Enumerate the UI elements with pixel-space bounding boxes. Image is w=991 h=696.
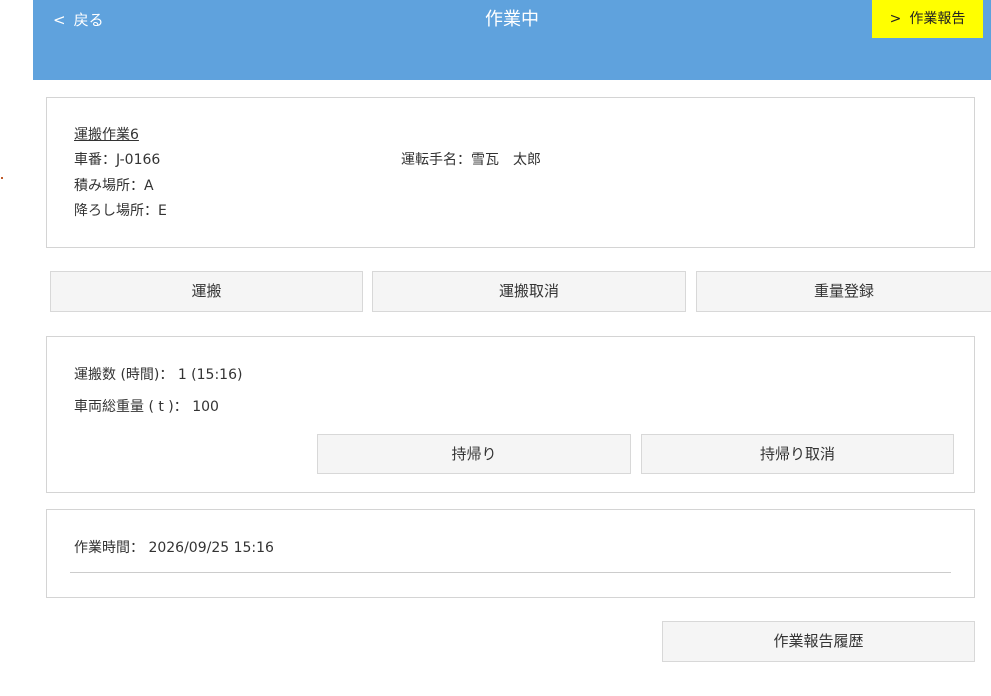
divider	[70, 572, 951, 573]
page-title: 作業中	[485, 9, 539, 30]
transport-count: 運搬数 (時間)： 1 (15:16)	[74, 367, 243, 383]
total-weight: 車両総重量 ( t )： 100	[74, 399, 219, 415]
transport-button[interactable]: 運搬	[50, 271, 363, 312]
driver-name: 運転手名：雪瓦 太郎	[401, 152, 541, 168]
work-report-button[interactable]: > 作業報告	[872, 0, 983, 38]
load-place: 積み場所：A	[74, 178, 154, 194]
transport-cancel-button[interactable]: 運搬取消	[372, 271, 686, 312]
unload-place: 降ろし場所：E	[74, 203, 167, 219]
work-time: 作業時間： 2026/09/25 15:16	[74, 540, 274, 556]
return-button[interactable]: 持帰り	[317, 434, 631, 474]
chevron-right-icon: >	[889, 11, 902, 27]
stray-dot	[1, 177, 3, 179]
job-name-link[interactable]: 運搬作業6	[74, 125, 139, 145]
work-report-history-button[interactable]: 作業報告履歴	[662, 621, 975, 662]
return-cancel-button[interactable]: 持帰り取消	[641, 434, 954, 474]
header-bar: < 戻る 作業中 > 作業報告	[33, 0, 991, 80]
job-info-card	[46, 97, 975, 248]
weight-register-button[interactable]: 重量登録	[696, 271, 991, 312]
work-report-label: 作業報告	[909, 11, 966, 27]
vehicle-number: 車番：J-0166	[74, 152, 161, 168]
